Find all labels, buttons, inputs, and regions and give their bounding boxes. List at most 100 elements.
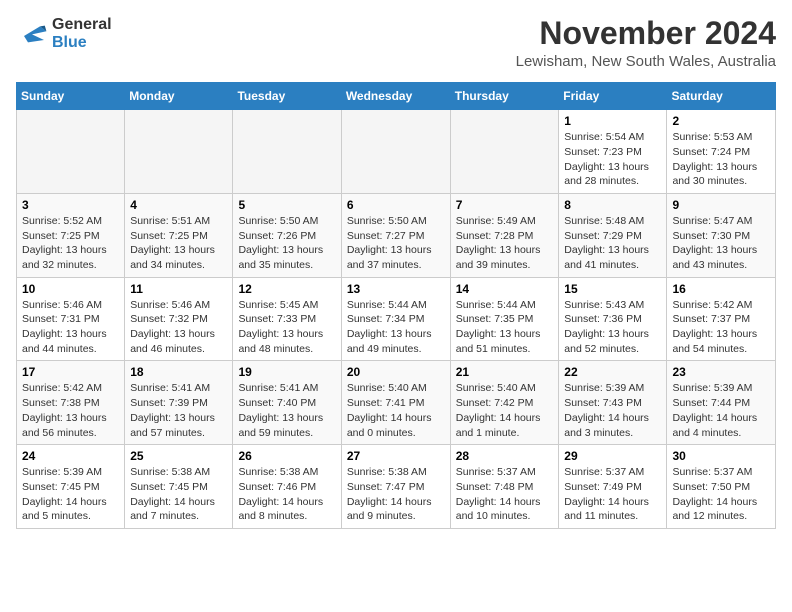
- day-info: Sunrise: 5:51 AM Sunset: 7:25 PM Dayligh…: [130, 214, 227, 273]
- day-info: Sunrise: 5:46 AM Sunset: 7:31 PM Dayligh…: [22, 298, 119, 357]
- day-number: 27: [347, 449, 445, 463]
- calendar-day-cell: [17, 110, 125, 194]
- col-saturday: Saturday: [667, 83, 776, 110]
- day-number: 19: [238, 365, 335, 379]
- day-number: 5: [238, 198, 335, 212]
- day-number: 11: [130, 282, 227, 296]
- calendar-day-cell: [125, 110, 233, 194]
- day-number: 24: [22, 449, 119, 463]
- day-info: Sunrise: 5:39 AM Sunset: 7:43 PM Dayligh…: [564, 381, 661, 440]
- day-number: 15: [564, 282, 661, 296]
- calendar-day-cell: 2 Sunrise: 5:53 AM Sunset: 7:24 PM Daylig…: [667, 110, 776, 194]
- day-number: 20: [347, 365, 445, 379]
- day-info: Sunrise: 5:40 AM Sunset: 7:42 PM Dayligh…: [456, 381, 554, 440]
- day-number: 2: [672, 114, 770, 128]
- logo-icon: [16, 20, 48, 48]
- calendar-day-cell: 8 Sunrise: 5:48 AM Sunset: 7:29 PM Daylig…: [559, 193, 667, 277]
- day-info: Sunrise: 5:38 AM Sunset: 7:46 PM Dayligh…: [238, 465, 335, 524]
- calendar-week-row: 3 Sunrise: 5:52 AM Sunset: 7:25 PM Daylig…: [17, 193, 776, 277]
- logo-text: General Blue: [52, 16, 112, 51]
- calendar-day-cell: 3 Sunrise: 5:52 AM Sunset: 7:25 PM Daylig…: [17, 193, 125, 277]
- location-subtitle: Lewisham, New South Wales, Australia: [516, 53, 776, 70]
- title-block: November 2024 Lewisham, New South Wales,…: [516, 16, 776, 70]
- day-info: Sunrise: 5:39 AM Sunset: 7:44 PM Dayligh…: [672, 381, 770, 440]
- calendar-day-cell: 21 Sunrise: 5:40 AM Sunset: 7:42 PM Dayli…: [450, 361, 559, 445]
- calendar-day-cell: 15 Sunrise: 5:43 AM Sunset: 7:36 PM Dayli…: [559, 277, 667, 361]
- calendar-day-cell: 28Sunrise: 5:37 AM Sunset: 7:48 PM Dayli…: [450, 445, 559, 529]
- day-info: Sunrise: 5:38 AM Sunset: 7:45 PM Dayligh…: [130, 465, 227, 524]
- day-number: 28: [456, 449, 554, 463]
- day-info: Sunrise: 5:38 AM Sunset: 7:47 PM Dayligh…: [347, 465, 445, 524]
- calendar-table: Sunday Monday Tuesday Wednesday Thursday…: [16, 82, 776, 529]
- calendar-day-cell: 18 Sunrise: 5:41 AM Sunset: 7:39 PM Dayli…: [125, 361, 233, 445]
- logo: General Blue: [16, 16, 112, 51]
- calendar-day-cell: 11 Sunrise: 5:46 AM Sunset: 7:32 PM Dayli…: [125, 277, 233, 361]
- day-number: 17: [22, 365, 119, 379]
- calendar-day-cell: [450, 110, 559, 194]
- col-thursday: Thursday: [450, 83, 559, 110]
- day-info: Sunrise: 5:52 AM Sunset: 7:25 PM Dayligh…: [22, 214, 119, 273]
- calendar-week-row: 24Sunrise: 5:39 AM Sunset: 7:45 PM Dayli…: [17, 445, 776, 529]
- page-header: General Blue November 2024 Lewisham, New…: [16, 16, 776, 70]
- day-number: 8: [564, 198, 661, 212]
- calendar-day-cell: 24Sunrise: 5:39 AM Sunset: 7:45 PM Dayli…: [17, 445, 125, 529]
- day-number: 9: [672, 198, 770, 212]
- day-number: 25: [130, 449, 227, 463]
- day-info: Sunrise: 5:42 AM Sunset: 7:37 PM Dayligh…: [672, 298, 770, 357]
- day-number: 29: [564, 449, 661, 463]
- calendar-day-cell: [341, 110, 450, 194]
- day-number: 3: [22, 198, 119, 212]
- day-info: Sunrise: 5:46 AM Sunset: 7:32 PM Dayligh…: [130, 298, 227, 357]
- day-info: Sunrise: 5:40 AM Sunset: 7:41 PM Dayligh…: [347, 381, 445, 440]
- col-wednesday: Wednesday: [341, 83, 450, 110]
- calendar-header-row: Sunday Monday Tuesday Wednesday Thursday…: [17, 83, 776, 110]
- day-info: Sunrise: 5:49 AM Sunset: 7:28 PM Dayligh…: [456, 214, 554, 273]
- day-number: 22: [564, 365, 661, 379]
- calendar-day-cell: 22 Sunrise: 5:39 AM Sunset: 7:43 PM Dayli…: [559, 361, 667, 445]
- day-info: Sunrise: 5:50 AM Sunset: 7:27 PM Dayligh…: [347, 214, 445, 273]
- calendar-day-cell: [233, 110, 341, 194]
- day-number: 6: [347, 198, 445, 212]
- day-info: Sunrise: 5:45 AM Sunset: 7:33 PM Dayligh…: [238, 298, 335, 357]
- col-monday: Monday: [125, 83, 233, 110]
- day-number: 1: [564, 114, 661, 128]
- day-number: 4: [130, 198, 227, 212]
- calendar-day-cell: 23 Sunrise: 5:39 AM Sunset: 7:44 PM Dayli…: [667, 361, 776, 445]
- day-info: Sunrise: 5:37 AM Sunset: 7:50 PM Dayligh…: [672, 465, 770, 524]
- calendar-day-cell: 7 Sunrise: 5:49 AM Sunset: 7:28 PM Daylig…: [450, 193, 559, 277]
- col-sunday: Sunday: [17, 83, 125, 110]
- col-friday: Friday: [559, 83, 667, 110]
- calendar-week-row: 17Sunrise: 5:42 AM Sunset: 7:38 PM Dayli…: [17, 361, 776, 445]
- calendar-day-cell: 1 Sunrise: 5:54 AM Sunset: 7:23 PM Daylig…: [559, 110, 667, 194]
- day-number: 23: [672, 365, 770, 379]
- day-number: 16: [672, 282, 770, 296]
- month-title: November 2024: [516, 16, 776, 51]
- calendar-day-cell: 13Sunrise: 5:44 AM Sunset: 7:34 PM Dayli…: [341, 277, 450, 361]
- day-number: 14: [456, 282, 554, 296]
- calendar-day-cell: 5 Sunrise: 5:50 AM Sunset: 7:26 PM Daylig…: [233, 193, 341, 277]
- day-info: Sunrise: 5:41 AM Sunset: 7:39 PM Dayligh…: [130, 381, 227, 440]
- calendar-day-cell: 4 Sunrise: 5:51 AM Sunset: 7:25 PM Daylig…: [125, 193, 233, 277]
- calendar-week-row: 1 Sunrise: 5:54 AM Sunset: 7:23 PM Daylig…: [17, 110, 776, 194]
- day-info: Sunrise: 5:43 AM Sunset: 7:36 PM Dayligh…: [564, 298, 661, 357]
- day-info: Sunrise: 5:48 AM Sunset: 7:29 PM Dayligh…: [564, 214, 661, 273]
- day-info: Sunrise: 5:41 AM Sunset: 7:40 PM Dayligh…: [238, 381, 335, 440]
- day-info: Sunrise: 5:53 AM Sunset: 7:24 PM Dayligh…: [672, 130, 770, 189]
- calendar-day-cell: 16 Sunrise: 5:42 AM Sunset: 7:37 PM Dayli…: [667, 277, 776, 361]
- calendar-day-cell: 20 Sunrise: 5:40 AM Sunset: 7:41 PM Dayli…: [341, 361, 450, 445]
- day-number: 18: [130, 365, 227, 379]
- calendar-day-cell: 17Sunrise: 5:42 AM Sunset: 7:38 PM Dayli…: [17, 361, 125, 445]
- calendar-day-cell: 25 Sunrise: 5:38 AM Sunset: 7:45 PM Dayli…: [125, 445, 233, 529]
- day-info: Sunrise: 5:37 AM Sunset: 7:49 PM Dayligh…: [564, 465, 661, 524]
- day-info: Sunrise: 5:54 AM Sunset: 7:23 PM Dayligh…: [564, 130, 661, 189]
- day-number: 21: [456, 365, 554, 379]
- calendar-day-cell: 12Sunrise: 5:45 AM Sunset: 7:33 PM Dayli…: [233, 277, 341, 361]
- day-info: Sunrise: 5:50 AM Sunset: 7:26 PM Dayligh…: [238, 214, 335, 273]
- day-info: Sunrise: 5:44 AM Sunset: 7:35 PM Dayligh…: [456, 298, 554, 357]
- day-number: 10: [22, 282, 119, 296]
- day-number: 30: [672, 449, 770, 463]
- day-number: 7: [456, 198, 554, 212]
- calendar-day-cell: 14 Sunrise: 5:44 AM Sunset: 7:35 PM Dayli…: [450, 277, 559, 361]
- day-info: Sunrise: 5:44 AM Sunset: 7:34 PM Dayligh…: [347, 298, 445, 357]
- calendar-day-cell: 19 Sunrise: 5:41 AM Sunset: 7:40 PM Dayli…: [233, 361, 341, 445]
